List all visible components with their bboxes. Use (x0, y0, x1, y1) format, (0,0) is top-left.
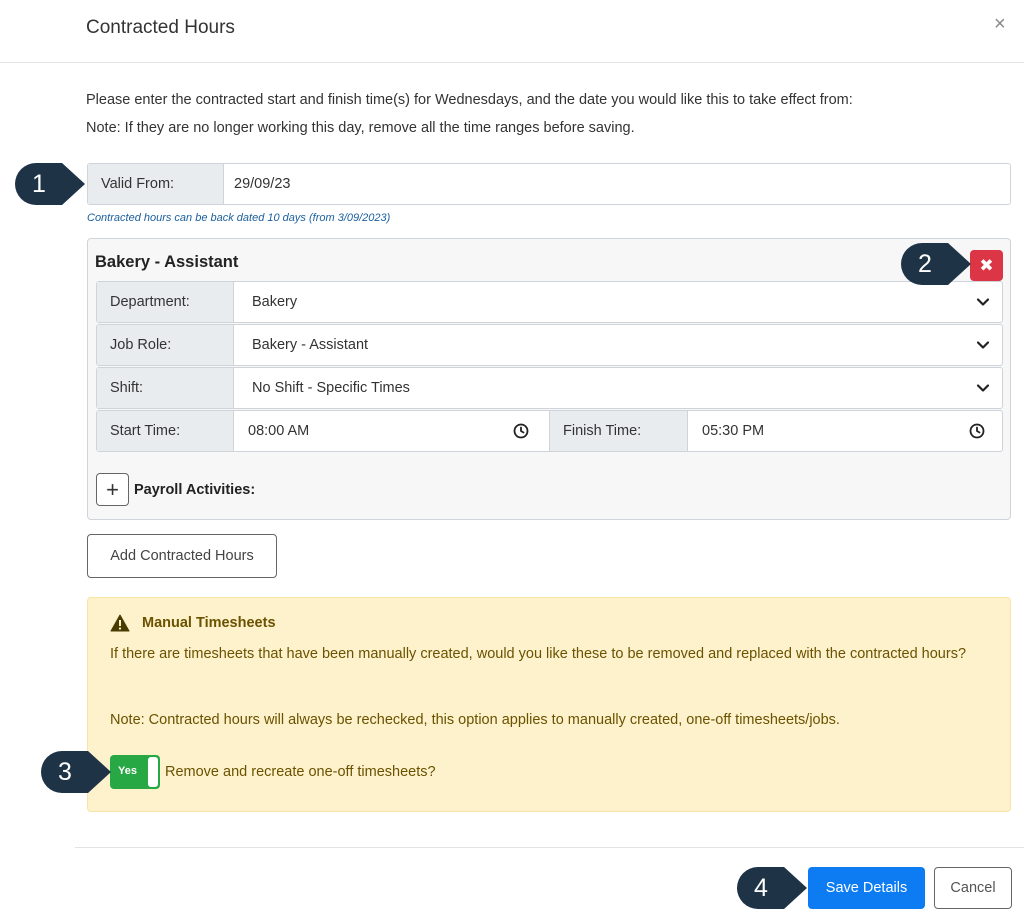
dialog-header: Contracted Hours × (0, 0, 1024, 63)
manual-timesheets-alert: Manual Timesheets If there are timesheet… (87, 597, 1011, 812)
valid-from-group: Valid From: 29/09/23 (87, 163, 1011, 205)
add-contracted-hours-button[interactable]: Add Contracted Hours (87, 534, 277, 578)
toggle-knob (148, 757, 158, 787)
alert-text-1: If there are timesheets that have been m… (110, 646, 967, 662)
start-time-value: 08:00 AM (248, 423, 310, 439)
close-icon: ✖ (979, 255, 994, 275)
valid-from-label: Valid From: (88, 164, 224, 204)
callout-number: 2 (918, 249, 932, 278)
chevron-down-icon (976, 298, 990, 306)
clock-icon[interactable] (513, 423, 529, 439)
finish-time-value: 05:30 PM (702, 423, 765, 439)
callout-marker-1: 1 (14, 162, 86, 206)
shift-select[interactable]: No Shift - Specific Times (234, 368, 1002, 408)
valid-from-help: Contracted hours can be back dated 10 da… (87, 212, 391, 224)
callout-number: 1 (32, 169, 46, 198)
callout-marker-3: 3 (40, 750, 112, 794)
start-time-label: Start Time: (97, 411, 234, 451)
start-time-input[interactable]: 08:00 AM (234, 411, 550, 451)
toggle-label: Yes (118, 765, 137, 777)
payroll-activities-row: + Payroll Activities: (96, 473, 255, 506)
callout-marker-4: 4 (736, 866, 808, 910)
job-role-row: Job Role: Bakery - Assistant (96, 324, 1003, 366)
toggle-text: Remove and recreate one-off timesheets? (165, 764, 436, 780)
department-row: Department: Bakery (96, 281, 1003, 323)
callout-marker-2: 2 (900, 242, 972, 286)
time-row: Start Time: 08:00 AM Finish Time: 05:30 … (96, 410, 1003, 452)
shift-value: No Shift - Specific Times (252, 380, 410, 396)
alert-heading: Manual Timesheets (110, 614, 276, 632)
remove-recreate-toggle-row: Yes Remove and recreate one-off timeshee… (110, 755, 436, 789)
department-select[interactable]: Bakery (234, 282, 1002, 322)
card-title: Bakery - Assistant (95, 253, 239, 271)
callout-number: 4 (754, 873, 768, 902)
payroll-activities-label: Payroll Activities: (134, 481, 256, 498)
chevron-down-icon (976, 384, 990, 392)
footer-divider (75, 847, 1024, 848)
remove-recreate-toggle[interactable]: Yes (110, 755, 160, 789)
plus-icon: + (106, 476, 119, 502)
department-value: Bakery (252, 294, 298, 310)
close-icon[interactable]: × (994, 14, 1006, 34)
clock-icon[interactable] (969, 423, 985, 439)
intro-line-1: Please enter the contracted start and fi… (86, 92, 853, 108)
alert-heading-text: Manual Timesheets (142, 615, 276, 631)
shift-label: Shift: (97, 368, 234, 408)
callout-number: 3 (58, 757, 72, 786)
job-role-label: Job Role: (97, 325, 234, 365)
finish-time-label: Finish Time: (550, 411, 688, 451)
alert-text-2: Note: Contracted hours will always be re… (110, 712, 840, 728)
chevron-down-icon (976, 341, 990, 349)
valid-from-input[interactable]: 29/09/23 (224, 164, 1010, 204)
job-role-value: Bakery - Assistant (252, 337, 369, 353)
save-details-button[interactable]: Save Details (808, 867, 925, 909)
intro-line-2: Note: If they are no longer working this… (86, 120, 635, 136)
warning-icon (110, 614, 130, 632)
finish-time-input[interactable]: 05:30 PM (688, 411, 1002, 451)
delete-button[interactable]: ✖ (970, 250, 1003, 281)
add-payroll-activity-button[interactable]: + (96, 473, 129, 506)
department-label: Department: (97, 282, 234, 322)
contract-card: Bakery - Assistant ✖ Department: Bakery … (87, 238, 1011, 520)
intro-text: Please enter the contracted start and fi… (86, 86, 853, 142)
cancel-button[interactable]: Cancel (934, 867, 1012, 909)
dialog-title: Contracted Hours (86, 17, 235, 38)
job-role-select[interactable]: Bakery - Assistant (234, 325, 1002, 365)
shift-row: Shift: No Shift - Specific Times (96, 367, 1003, 409)
